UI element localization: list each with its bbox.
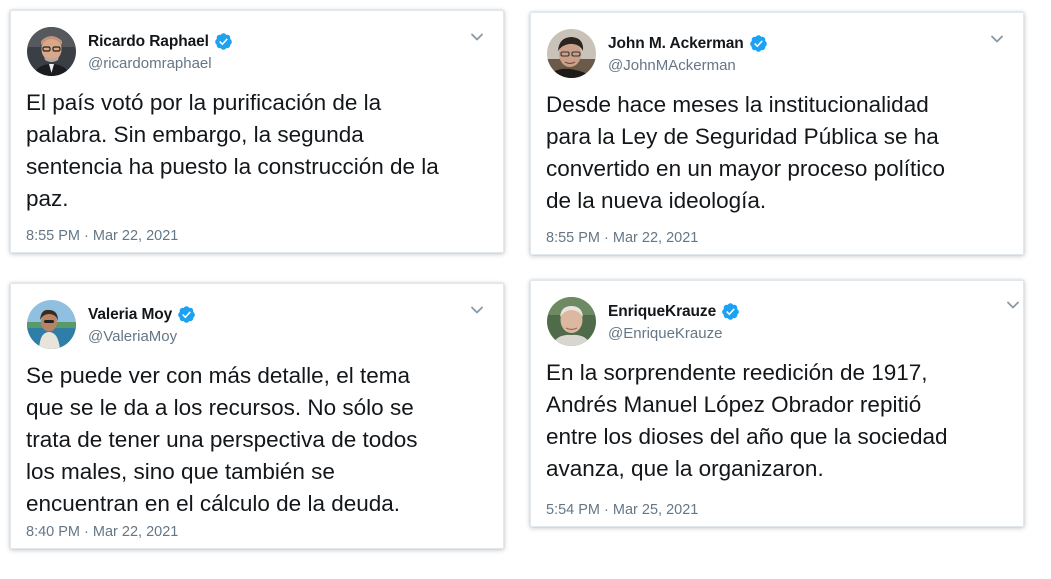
avatar-older-man: [547, 297, 596, 346]
avatar[interactable]: [27, 27, 76, 76]
avatar[interactable]: [27, 300, 76, 349]
tweet-card[interactable]: John M. Ackerman @JohnMAckerman Desde ha…: [530, 12, 1024, 255]
tweet-card[interactable]: Valeria Moy @ValeriaMoy Se puede ver con…: [10, 283, 504, 549]
author-name[interactable]: Valeria Moy: [88, 306, 172, 324]
author-name[interactable]: EnriqueKrauze: [608, 303, 716, 321]
verified-badge-icon: [178, 306, 196, 323]
author-name[interactable]: Ricardo Raphael: [88, 33, 209, 51]
avatar-bald-man-glasses: [27, 27, 76, 76]
tweet-card[interactable]: Ricardo Raphael @ricardomraphael El país…: [10, 10, 504, 253]
author-handle[interactable]: @EnriqueKrauze: [608, 325, 722, 342]
chevron-down-icon[interactable]: [469, 302, 485, 318]
verified-badge-icon: [749, 35, 767, 52]
tweet-text: El país votó por la purificación de la p…: [26, 90, 439, 211]
author-name[interactable]: John M. Ackerman: [608, 35, 744, 53]
chevron-down-icon[interactable]: [469, 29, 485, 45]
avatar-man-dark-hair: [547, 29, 596, 78]
author-handle[interactable]: @JohnMAckerman: [608, 57, 736, 74]
author-handle[interactable]: @ricardomraphael: [88, 55, 212, 72]
chevron-down-icon[interactable]: [1005, 297, 1021, 313]
tweet-timestamp[interactable]: 5:54 PM · Mar 25, 2021: [546, 502, 698, 518]
tweet-timestamp[interactable]: 8:55 PM · Mar 22, 2021: [26, 228, 178, 244]
tweet-timestamp[interactable]: 8:40 PM · Mar 22, 2021: [26, 524, 178, 540]
verified-badge-icon: [722, 303, 739, 320]
tweet-card[interactable]: EnriqueKrauze @EnriqueKrauze En la sorpr…: [530, 280, 1024, 527]
avatar-woman-outdoors: [27, 300, 76, 349]
chevron-down-icon[interactable]: [989, 31, 1005, 47]
avatar[interactable]: [547, 29, 596, 78]
tweet-timestamp[interactable]: 8:55 PM · Mar 22, 2021: [546, 230, 698, 246]
tweet-text: Se puede ver con más detalle, el tema qu…: [26, 363, 418, 516]
verified-badge-icon: [214, 33, 232, 50]
avatar[interactable]: [547, 297, 596, 346]
tweet-text: Desde hace meses la institucionalidad pa…: [546, 92, 945, 213]
author-handle[interactable]: @ValeriaMoy: [88, 328, 177, 345]
tweet-text: En la sorprendente reedición de 1917, An…: [546, 360, 948, 481]
